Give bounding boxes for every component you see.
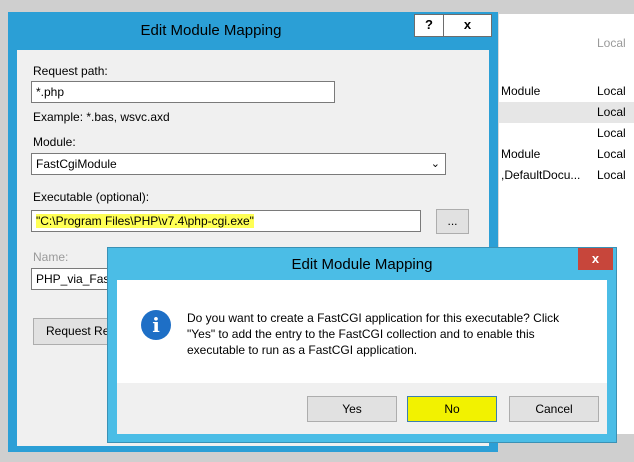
executable-value: "C:\Program Files\PHP\v7.4\php-cgi.exe" xyxy=(36,214,254,228)
confirm-close-button[interactable]: x xyxy=(578,248,613,270)
list-item[interactable]: ,DefaultDocu... Local xyxy=(499,165,634,186)
dialog-title-bar[interactable]: Edit Module Mapping ? x xyxy=(8,12,498,48)
info-icon: i xyxy=(141,310,171,340)
request-path-input[interactable]: *.php xyxy=(31,81,335,103)
list-item[interactable]: Local xyxy=(499,102,634,123)
confirm-dialog-title: Edit Module Mapping xyxy=(291,256,433,273)
confirm-dialog-body: i Do you want to create a FastCGI applic… xyxy=(117,280,607,434)
no-button[interactable]: No xyxy=(407,396,497,422)
browse-button[interactable]: ... xyxy=(436,209,469,234)
list-item[interactable]: Local xyxy=(499,123,634,144)
module-select[interactable]: FastCgiModule ⌄ xyxy=(31,153,446,175)
request-path-label: Request path: xyxy=(33,64,108,78)
list-item[interactable]: Module Local xyxy=(499,144,634,165)
module-select-value: FastCgiModule xyxy=(36,157,117,171)
module-label: Module: xyxy=(33,135,76,149)
list-item[interactable]: Module Local xyxy=(499,81,634,102)
chevron-down-icon: ⌄ xyxy=(430,158,440,170)
executable-input[interactable]: "C:\Program Files\PHP\v7.4\php-cgi.exe" xyxy=(31,210,421,232)
close-button[interactable]: x xyxy=(443,14,492,37)
yes-button[interactable]: Yes xyxy=(307,396,397,422)
name-label: Name: xyxy=(33,250,69,264)
confirm-button-bar: Yes No Cancel xyxy=(117,383,607,434)
executable-label: Executable (optional): xyxy=(33,190,150,204)
confirm-message: Do you want to create a FastCGI applicat… xyxy=(187,311,560,357)
dialog-title: Edit Module Mapping xyxy=(140,22,282,39)
fastcgi-confirm-dialog: Edit Module Mapping x i Do you want to c… xyxy=(107,247,617,443)
request-path-example: Example: *.bas, wsvc.axd xyxy=(33,110,170,124)
cancel-button[interactable]: Cancel xyxy=(509,396,599,422)
column-header-entry-type[interactable]: Local xyxy=(597,36,626,50)
help-button[interactable]: ? xyxy=(414,14,444,37)
